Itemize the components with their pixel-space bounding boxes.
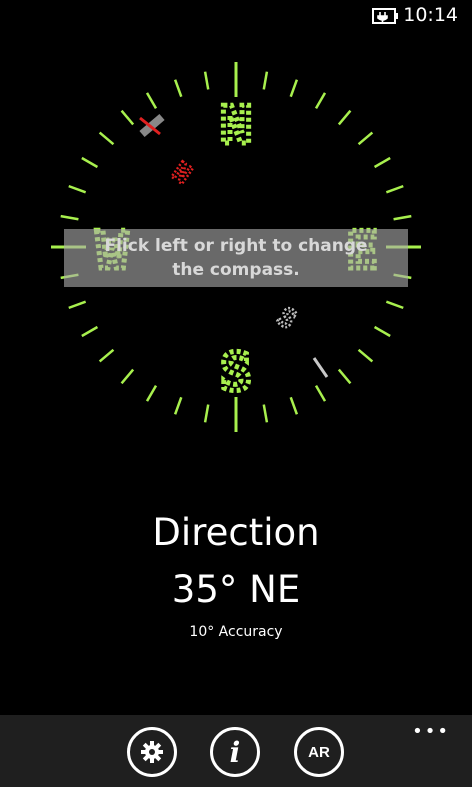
compass-tick (337, 368, 352, 385)
info-button[interactable]: i (210, 727, 260, 777)
settings-gear-icon (141, 741, 163, 763)
compass-tick (145, 384, 158, 402)
compass-tick (357, 348, 374, 363)
direction-value: 35° NE (171, 568, 301, 611)
app-bar: ••• i AR (0, 715, 472, 787)
compass-tick (81, 156, 99, 169)
compass-tick (262, 404, 269, 423)
compass-tick (262, 71, 269, 90)
compass-tick (203, 71, 210, 90)
ar-button[interactable]: AR (294, 727, 344, 777)
compass-tick (81, 325, 99, 338)
compass-screen: 10:14 NESW NS Flick left or right to cha… (0, 0, 472, 787)
compass-tick (120, 109, 135, 126)
compass-tick (68, 184, 87, 194)
needle-south (312, 357, 329, 378)
compass-tick (203, 404, 210, 423)
info-icon: i (229, 735, 241, 769)
compass-tick (173, 396, 183, 415)
compass-tick (60, 214, 79, 221)
compass-tick (98, 348, 115, 363)
ar-icon: AR (308, 743, 330, 761)
compass-tick (393, 214, 412, 221)
accuracy-readout: 10° Accuracy (189, 624, 283, 640)
compass-tick (357, 131, 374, 146)
cardinal-S: S (220, 343, 251, 403)
cardinal-N: N (220, 96, 251, 156)
secondary-marker-S: S (271, 302, 301, 336)
compass-tick (145, 92, 158, 110)
compass-tick (289, 396, 299, 415)
compass-tick (314, 92, 327, 110)
direction-label: Direction (152, 511, 320, 554)
hint-banner: Flick left or right to change the compas… (64, 229, 408, 287)
compass-tick (68, 300, 87, 310)
secondary-marker-N: N (166, 157, 196, 191)
compass-tick (289, 79, 299, 98)
compass-tick (173, 79, 183, 98)
hint-text: Flick left or right to change the compas… (104, 236, 368, 280)
compass-tick (385, 300, 404, 310)
compass-tick (314, 384, 327, 402)
compass-tick (385, 184, 404, 194)
compass-tick (373, 325, 391, 338)
compass-tick (373, 156, 391, 169)
settings-button[interactable] (127, 727, 177, 777)
more-menu-icon[interactable]: ••• (412, 721, 450, 742)
compass-tick (98, 131, 115, 146)
compass-tick (120, 368, 135, 385)
compass-tick (337, 109, 352, 126)
